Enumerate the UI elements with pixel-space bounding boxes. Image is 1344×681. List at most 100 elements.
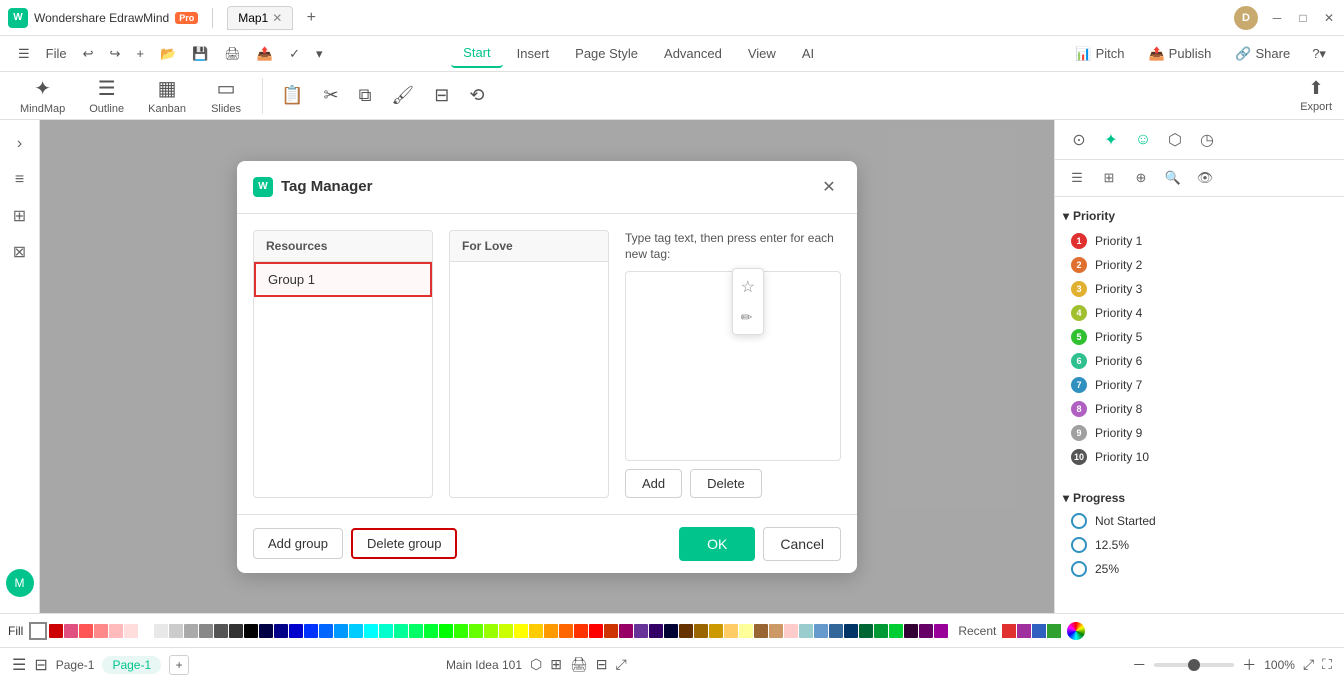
zoom-in-button[interactable]: ＋ (1242, 655, 1256, 675)
rs-tab-face[interactable]: ☺ (1127, 124, 1159, 156)
rs-sub-view[interactable]: 👁 (1191, 164, 1219, 192)
modal-ok-button[interactable]: OK (679, 527, 755, 561)
color-swatch[interactable] (424, 624, 438, 638)
color-swatch[interactable] (844, 624, 858, 638)
zoom-out-button[interactable]: － (1132, 655, 1146, 675)
file-menu-button[interactable]: File (40, 42, 73, 65)
priority-item[interactable]: 10 Priority 10 (1063, 445, 1336, 469)
color-swatch[interactable] (784, 624, 798, 638)
color-swatch[interactable] (409, 624, 423, 638)
recent-swatch-2[interactable] (1017, 624, 1031, 638)
fullscreen-button[interactable]: ⛶ (1322, 656, 1332, 673)
color-swatch[interactable] (124, 624, 138, 638)
edit-icon[interactable]: ✏ (741, 309, 755, 326)
color-swatch[interactable] (94, 624, 108, 638)
menu-tab-view[interactable]: View (736, 40, 788, 67)
rs-tab-style[interactable]: ✦ (1095, 124, 1127, 156)
menu-tab-pagestyle[interactable]: Page Style (563, 40, 650, 67)
color-swatch[interactable] (199, 624, 213, 638)
priority-item[interactable]: 7 Priority 7 (1063, 373, 1336, 397)
color-swatch[interactable] (499, 624, 513, 638)
new-button[interactable]: + (130, 42, 150, 65)
add-page-button[interactable]: + (169, 655, 189, 675)
undo-button[interactable]: ↩ (77, 42, 100, 66)
color-swatch[interactable] (544, 624, 558, 638)
status-icon-1[interactable]: ☰ (12, 655, 26, 675)
mindmap-tool[interactable]: ✦ MindMap (12, 72, 73, 119)
color-swatch[interactable] (229, 624, 243, 638)
color-swatch[interactable] (604, 624, 618, 638)
progress-item[interactable]: 25% (1063, 557, 1336, 581)
color-swatch[interactable] (874, 624, 888, 638)
color-swatch[interactable] (64, 624, 78, 638)
priority-item[interactable]: 4 Priority 4 (1063, 301, 1336, 325)
color-swatch[interactable] (649, 624, 663, 638)
tab-add-button[interactable]: + (299, 6, 323, 30)
color-swatch[interactable] (754, 624, 768, 638)
map-tab[interactable]: Map1 ✕ (227, 6, 293, 30)
page-tab-1[interactable]: Page-1 (102, 656, 161, 674)
color-swatch[interactable] (619, 624, 633, 638)
priority-item[interactable]: 8 Priority 8 (1063, 397, 1336, 421)
color-swatch[interactable] (289, 624, 303, 638)
color-swatch[interactable] (769, 624, 783, 638)
color-swatch[interactable] (934, 624, 948, 638)
color-swatch[interactable] (214, 624, 228, 638)
modal-cancel-button[interactable]: Cancel (763, 527, 841, 561)
color-swatch[interactable] (739, 624, 753, 638)
color-swatch[interactable] (559, 624, 573, 638)
color-swatch[interactable] (364, 624, 378, 638)
style-btn[interactable]: ⊟ (428, 81, 455, 110)
color-swatch[interactable] (334, 624, 348, 638)
color-swatch[interactable] (319, 624, 333, 638)
color-swatch[interactable] (379, 624, 393, 638)
no-fill-swatch[interactable] (29, 622, 47, 640)
status-center-icon3[interactable]: 🖨 (570, 656, 588, 673)
color-swatch[interactable] (589, 624, 603, 638)
color-swatch[interactable] (859, 624, 873, 638)
close-button[interactable]: ✕ (1322, 11, 1336, 25)
rs-sub-list[interactable]: ☰ (1063, 164, 1091, 192)
check-button[interactable]: ✓ (283, 42, 306, 66)
progress-section-header[interactable]: ▾ Progress (1063, 487, 1336, 509)
zoom-thumb[interactable] (1188, 659, 1200, 671)
rs-sub-grid[interactable]: ⊞ (1095, 164, 1123, 192)
progress-item[interactable]: 12.5% (1063, 533, 1336, 557)
color-swatch[interactable] (349, 624, 363, 638)
color-swatch[interactable] (634, 624, 648, 638)
format-btn[interactable]: 🖌 (385, 81, 420, 110)
menu-tab-insert[interactable]: Insert (505, 40, 562, 67)
color-swatch[interactable] (49, 624, 63, 638)
color-swatch[interactable] (679, 624, 693, 638)
color-swatch[interactable] (919, 624, 933, 638)
priority-item[interactable]: 6 Priority 6 (1063, 349, 1336, 373)
sidebar-icon-2[interactable]: ⊞ (4, 200, 36, 232)
recent-swatch-3[interactable] (1032, 624, 1046, 638)
status-center-icon2[interactable]: ⊞ (550, 656, 562, 673)
copy-btn[interactable]: ⧉ (353, 81, 378, 110)
color-swatch[interactable] (259, 624, 273, 638)
color-swatch[interactable] (574, 624, 588, 638)
status-center-icon4[interactable]: ⊟ (596, 656, 608, 673)
rs-tab-node[interactable]: ⊙ (1063, 124, 1095, 156)
recent-swatch-1[interactable] (1002, 624, 1016, 638)
scissors-btn[interactable]: ✂ (317, 81, 344, 110)
color-swatch[interactable] (529, 624, 543, 638)
tab-close-icon[interactable]: ✕ (272, 11, 282, 25)
export-btn-menu[interactable]: 📤 (251, 42, 279, 66)
rs-tab-shield[interactable]: ⬡ (1159, 124, 1191, 156)
color-swatch[interactable] (439, 624, 453, 638)
print-button[interactable]: 🖨 (218, 42, 247, 66)
color-swatch[interactable] (694, 624, 708, 638)
color-swatch[interactable] (169, 624, 183, 638)
publish-button[interactable]: 📤 Publish (1140, 42, 1219, 66)
color-swatch[interactable] (139, 624, 153, 638)
outline-tool[interactable]: ☰ Outline (81, 72, 132, 119)
slides-tool[interactable]: ▭ Slides (202, 72, 250, 119)
priority-item[interactable]: 1 Priority 1 (1063, 229, 1336, 253)
status-icon-2[interactable]: ⊟ (34, 655, 47, 675)
sidebar-icon-3[interactable]: ⊠ (4, 236, 36, 268)
collapse-menu-button[interactable]: ☰ (12, 42, 36, 66)
color-swatch[interactable] (889, 624, 903, 638)
help-button[interactable]: ?▾ (1306, 42, 1332, 66)
